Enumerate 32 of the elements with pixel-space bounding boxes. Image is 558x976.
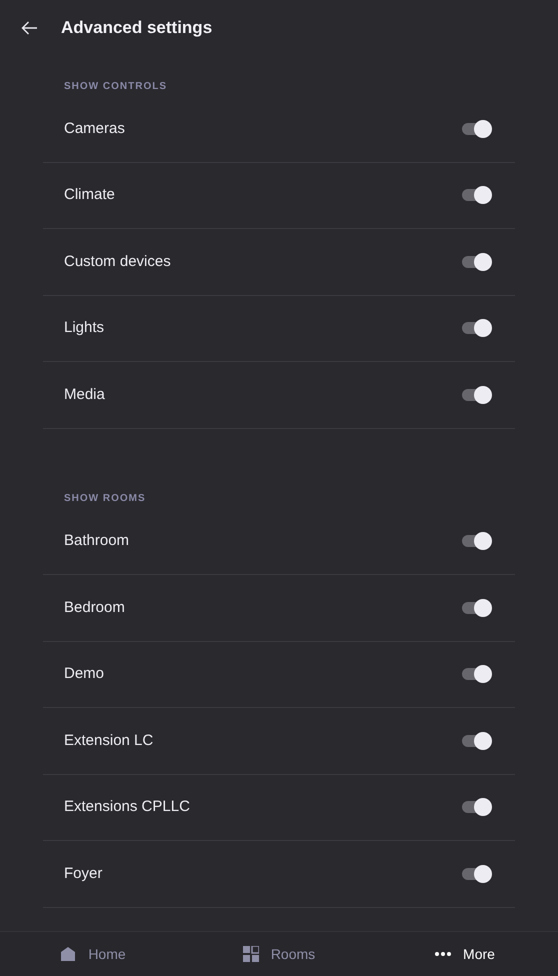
setting-label: Media xyxy=(64,384,106,404)
house-icon xyxy=(60,946,76,962)
page-title: Advanced settings xyxy=(61,17,212,40)
grid-icon xyxy=(242,946,259,962)
more-icon xyxy=(435,952,452,956)
section-heading: SHOW ROOMS xyxy=(64,492,146,506)
toggle-switch[interactable] xyxy=(462,532,492,550)
toggle-switch[interactable] xyxy=(462,386,492,404)
toggle-switch[interactable] xyxy=(462,798,492,816)
toggle-switch[interactable] xyxy=(462,252,492,271)
toggle-switch[interactable] xyxy=(462,665,492,684)
setting-label: Custom devices xyxy=(64,252,172,272)
back-arrow-icon[interactable] xyxy=(21,21,38,35)
toggle-switch[interactable] xyxy=(462,732,492,750)
toggle-switch[interactable] xyxy=(462,319,492,338)
nav-tab[interactable]: More xyxy=(372,932,558,976)
setting-label: Extension LC xyxy=(64,730,154,750)
nav-tab[interactable]: Home xyxy=(0,932,186,976)
section-heading: SHOW CONTROLS xyxy=(64,80,167,94)
toggle-switch[interactable] xyxy=(462,186,492,204)
toggle-switch[interactable] xyxy=(462,864,492,883)
toggle-switch[interactable] xyxy=(462,598,492,617)
setting-label: Cameras xyxy=(64,118,126,138)
toggle-switch[interactable] xyxy=(462,120,492,138)
setting-label: Demo xyxy=(64,664,106,684)
setting-label: Bathroom xyxy=(64,531,130,551)
setting-label: Climate xyxy=(64,185,116,205)
setting-label: Lights xyxy=(64,318,106,338)
setting-label: Extensions CPLLC xyxy=(64,797,191,817)
setting-label: Foyer xyxy=(64,864,104,884)
setting-label: Bedroom xyxy=(64,598,126,618)
nav-tab[interactable]: Rooms xyxy=(186,932,372,976)
